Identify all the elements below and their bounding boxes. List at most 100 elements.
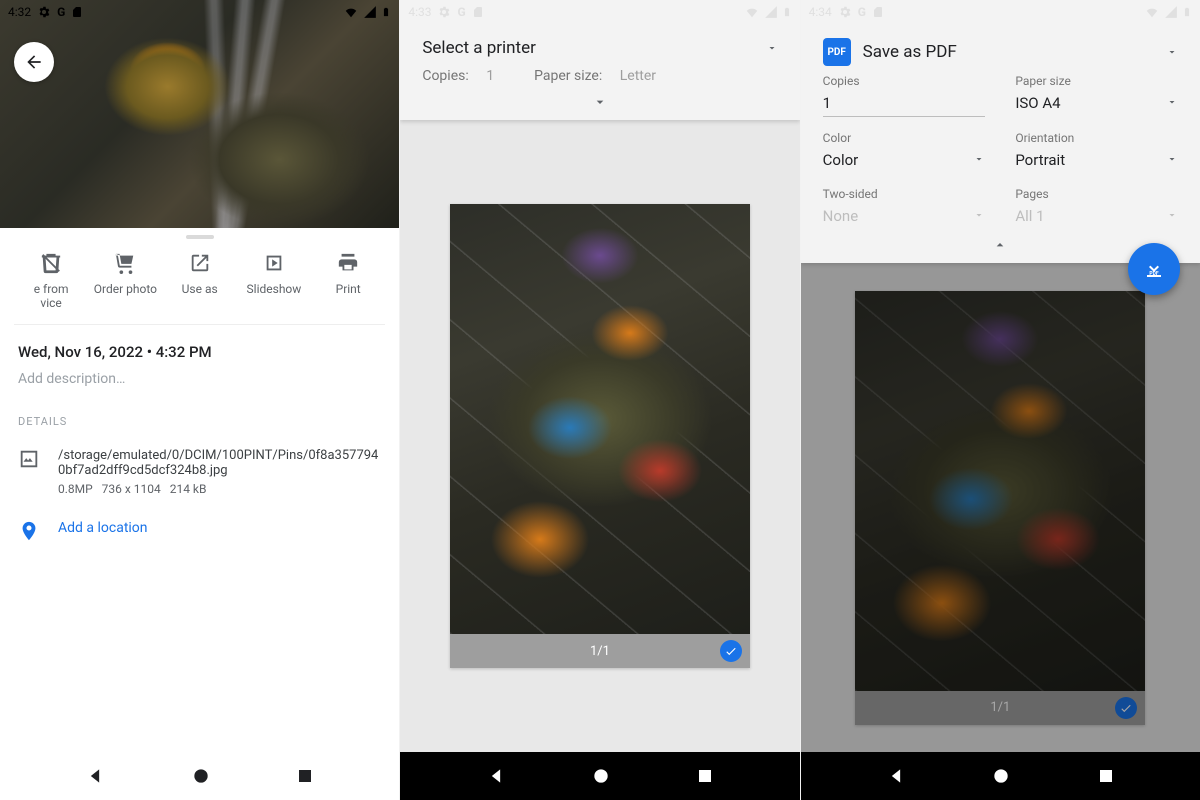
sd-icon [71, 5, 83, 19]
orientation-field[interactable]: Orientation Portrait [1015, 131, 1178, 173]
page-selected-check[interactable] [1115, 697, 1137, 719]
nav-home[interactable] [591, 766, 611, 786]
file-info: /storage/emulated/0/DCIM/100PINT/Pins/0f… [58, 448, 381, 496]
battery-icon [381, 4, 391, 20]
chevron-down-icon [1166, 207, 1178, 225]
color-field[interactable]: Color Color [823, 131, 986, 173]
sd-icon [472, 5, 484, 19]
nav-bar [0, 752, 399, 800]
action-use-as[interactable]: Use as [165, 252, 235, 310]
action-row: e from vice Order photo Use as Slideshow… [14, 246, 385, 325]
expand-settings[interactable] [400, 92, 799, 120]
back-button[interactable] [14, 42, 54, 82]
status-bar: 4:32 G [0, 0, 399, 24]
signal-icon [363, 5, 377, 19]
battery-icon [782, 4, 792, 20]
page-image [450, 204, 750, 634]
printer-selector[interactable]: Select a printer [400, 24, 799, 64]
printer-title: Save as PDF [863, 42, 957, 62]
action-label: Use as [182, 282, 218, 296]
open-in-icon [189, 252, 211, 274]
chevron-down-icon [973, 151, 985, 169]
chevron-down-icon [1166, 43, 1178, 62]
action-order-photo[interactable]: Order photo [90, 252, 160, 310]
printer-title: Select a printer [422, 38, 536, 58]
status-bar: 4:33 G [400, 0, 799, 24]
nav-home[interactable] [191, 766, 211, 786]
google-icon: G [57, 5, 65, 19]
status-time: 4:32 [8, 5, 31, 19]
check-icon [1119, 701, 1133, 715]
phone-screen-save-as-pdf: 4:34 G PDF Save as PDF Copies 1 [800, 0, 1200, 800]
field-value: Color [823, 151, 859, 169]
action-label: Order photo [94, 282, 157, 296]
copies-label: Copies: [422, 68, 468, 84]
gear-icon [437, 5, 451, 19]
field-value: Portrait [1015, 151, 1065, 169]
google-icon: G [457, 5, 465, 19]
add-location-link[interactable]: Add a location [58, 520, 148, 542]
copies-setting[interactable]: Copies: 1 [422, 68, 494, 84]
gear-icon [37, 5, 51, 19]
content: Select a printer Copies: 1 Paper size: L… [400, 24, 799, 752]
nav-recent[interactable] [1097, 767, 1115, 785]
chevron-up-icon [990, 237, 1010, 253]
status-time: 4:33 [408, 5, 431, 19]
gear-icon [838, 5, 852, 19]
photo-datetime[interactable]: Wed, Nov 16, 2022 • 4:32 PM [18, 343, 381, 361]
action-delete-from-device[interactable]: e from vice [16, 252, 86, 310]
field-value: 1 [823, 94, 831, 112]
nav-home[interactable] [991, 766, 1011, 786]
action-print[interactable]: Print [313, 252, 383, 310]
nav-recent[interactable] [296, 767, 314, 785]
printer-selector[interactable]: PDF Save as PDF [801, 24, 1200, 68]
field-label: Orientation [1015, 131, 1178, 145]
location-icon [18, 520, 40, 542]
nav-recent[interactable] [696, 767, 714, 785]
papersize-value: Letter [620, 68, 656, 84]
chevron-down-icon [590, 94, 610, 110]
file-size: 214 kB [170, 482, 207, 496]
chevron-down-icon [766, 39, 778, 58]
file-info-row[interactable]: /storage/emulated/0/DCIM/100PINT/Pins/0f… [18, 448, 381, 496]
file-megapixels: 0.8MP [58, 482, 93, 496]
field-label: Paper size [1015, 74, 1178, 88]
page-thumbnail[interactable]: 1/1 [855, 291, 1145, 725]
status-bar: 4:34 G [801, 0, 1200, 24]
action-slideshow[interactable]: Slideshow [239, 252, 309, 310]
page-counter: 1/1 [590, 644, 610, 659]
chevron-down-icon [1166, 94, 1178, 112]
photo-preview[interactable] [0, 0, 399, 228]
papersize-field[interactable]: Paper size ISO A4 [1015, 74, 1178, 117]
details-body: Wed, Nov 16, 2022 • 4:32 PM Add descript… [0, 325, 399, 542]
print-header: PDF Save as PDF Copies 1 Paper size ISO … [801, 24, 1200, 263]
signal-icon [1164, 5, 1178, 19]
papersize-setting[interactable]: Paper size: Letter [534, 68, 656, 84]
pages-field: Pages All 1 [1015, 187, 1178, 229]
page-thumbnail[interactable]: 1/1 [450, 204, 750, 668]
chevron-down-icon [1166, 151, 1178, 169]
save-pdf-fab[interactable]: PDF [1128, 243, 1180, 295]
nav-back[interactable] [85, 766, 105, 786]
page-footer: 1/1 [450, 634, 750, 668]
print-settings-summary: Copies: 1 Paper size: Letter [400, 64, 799, 92]
google-icon: G [858, 5, 866, 19]
location-row[interactable]: Add a location [18, 520, 381, 542]
nav-back[interactable] [886, 766, 906, 786]
print-settings-grid: Copies 1 Paper size ISO A4 Color Color O… [801, 68, 1200, 233]
copies-field[interactable]: Copies 1 [823, 74, 986, 117]
action-label: Print [336, 282, 361, 296]
image-icon [18, 448, 40, 470]
pdf-badge-icon: PDF [823, 38, 851, 66]
download-pdf-icon: PDF [1142, 257, 1166, 281]
page-counter: 1/1 [990, 700, 1010, 715]
add-description-field[interactable]: Add description… [18, 371, 381, 387]
action-label: Slideshow [247, 282, 302, 296]
page-selected-check[interactable] [720, 640, 742, 662]
status-time: 4:34 [809, 5, 832, 19]
nav-back[interactable] [486, 766, 506, 786]
drag-handle[interactable] [0, 228, 399, 246]
nav-bar [400, 752, 799, 800]
two-sided-field: Two-sided None [823, 187, 986, 229]
field-label: Two-sided [823, 187, 986, 201]
